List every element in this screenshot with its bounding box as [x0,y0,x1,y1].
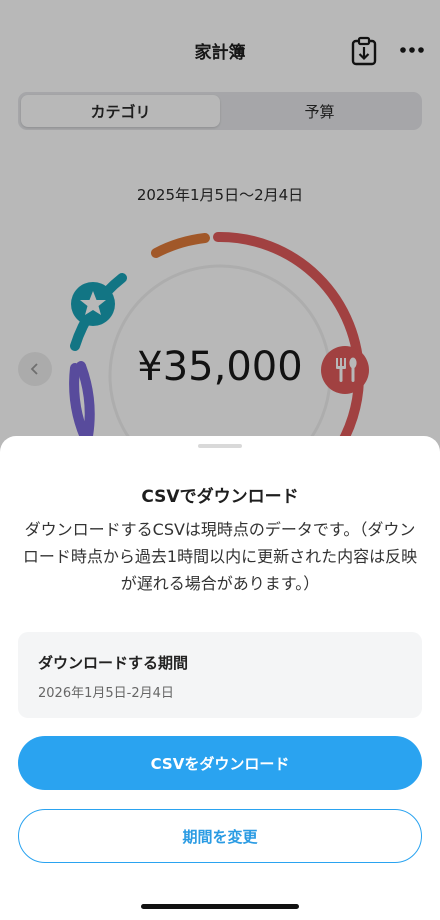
period-label: ダウンロードする期間 [38,654,189,672]
csv-download-button[interactable]: CSVをダウンロード [18,736,422,790]
sheet-title: CSVでダウンロード [141,487,299,507]
period-value: 2026年1月5日-2月4日 [38,686,174,701]
download-period-card: ダウンロードする期間 2026年1月5日-2月4日 [18,632,422,718]
csv-download-sheet: CSVでダウンロード ダウンロードするCSVは現時点のデータです。（ダウンロード… [0,436,440,920]
sheet-description: ダウンロードするCSVは現時点のデータです。（ダウンロード時点から過去1時間以内… [22,520,418,593]
home-indicator [141,904,299,909]
sheet-grabber[interactable] [198,444,242,448]
change-period-button[interactable]: 期間を変更 [18,809,422,863]
